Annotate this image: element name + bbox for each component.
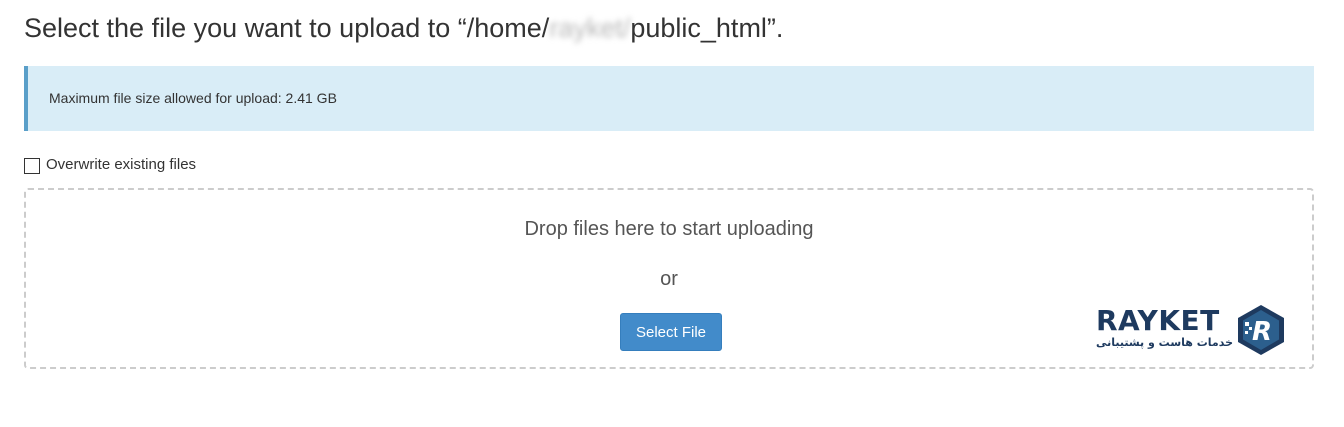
- page-title: Select the file you want to upload to “/…: [24, 10, 783, 46]
- overwrite-checkbox[interactable]: [24, 158, 40, 174]
- logo-tagline: خدمات هاست و پشتیبانی: [1096, 336, 1234, 349]
- max-size-text: Maximum file size allowed for upload: 2.…: [49, 90, 337, 106]
- drop-text: Drop files here to start uploading: [524, 218, 814, 240]
- logo-mark-letter: R: [1252, 317, 1272, 347]
- logo-name: RAYKET: [1096, 304, 1220, 337]
- rayket-logo: RAYKET خدمات هاست و پشتیبانی R: [1096, 304, 1288, 360]
- title-prefix: Select the file you want to upload to “/…: [24, 13, 550, 43]
- title-username: rayket/: [549, 13, 631, 43]
- overwrite-label: Overwrite existing files: [46, 155, 197, 173]
- or-text: or: [660, 268, 678, 290]
- select-file-button[interactable]: Select File: [620, 313, 722, 351]
- upload-page: Select the file you want to upload to “/…: [0, 0, 1344, 427]
- max-size-alert: Maximum file size allowed for upload: 2.…: [24, 66, 1314, 131]
- overwrite-option[interactable]: Overwrite existing files: [24, 155, 196, 174]
- logo-mark-icon: R: [1238, 305, 1284, 355]
- title-suffix: public_html”.: [630, 13, 784, 43]
